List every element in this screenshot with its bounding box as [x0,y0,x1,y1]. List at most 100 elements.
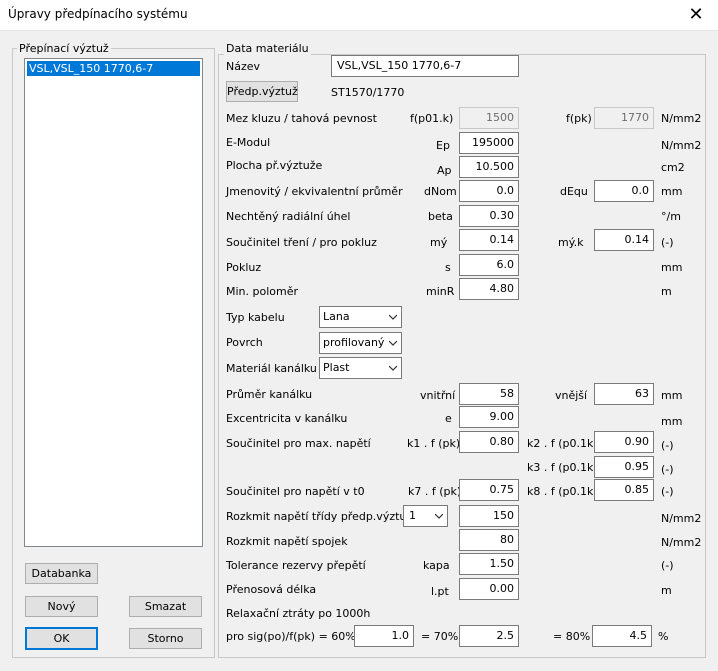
radius-input[interactable]: 4.80 [459,278,519,300]
radius-unit: m [661,285,672,298]
ok-button[interactable]: OK [25,627,98,650]
cable-type-label: Typ kabelu [226,311,285,324]
t0-unit: (-) [661,485,674,498]
relax-80-label: = 80% [553,630,591,643]
tendon-group-label: Přepínací výztuž [17,42,111,55]
relaxation-title: Relaxační ztráty po 1000h [226,607,371,620]
tendon-list[interactable]: VSL,VSL_150 1770,6-7 [24,58,203,547]
name-label: Název [226,60,261,73]
radius-symbol: minR [426,285,455,298]
surface-value: profilovaný [323,336,385,349]
stress-range-label: Rozkmit napětí třídy předp.výztuže [226,510,419,523]
diameter-unit: mm [661,185,683,198]
eccentricity-input[interactable]: 9.00 [459,406,519,428]
inner-input[interactable]: 58 [459,383,519,405]
coupler-range-input[interactable]: 80 [459,529,519,551]
predp-button[interactable]: Předp.výztuž [226,81,298,102]
new-button[interactable]: Nový [25,596,98,617]
friction-unit: (-) [661,236,674,249]
chevron-down-icon [389,365,397,371]
yield-unit: N/mm2 [661,112,702,125]
kapa-input[interactable]: 1.50 [459,553,519,575]
name-input[interactable]: VSL,VSL_150 1770,6-7 [331,55,519,77]
close-icon[interactable]: ✕ [674,0,718,30]
chevron-down-icon [435,513,443,519]
yield-input: 1500 [459,107,519,129]
slip-unit: mm [661,261,683,274]
lpt-input[interactable]: 0.00 [459,578,519,600]
transfer-length-label: Přenosová délka [226,583,317,596]
outer-symbol: vnější [555,389,588,402]
kapa-symbol: kapa [423,559,450,572]
dnom-symbol: dNom [424,185,457,198]
stress-class-select[interactable]: 1 [403,505,448,527]
duct-diameter-label: Průměr kanálku [226,388,313,401]
surface-select[interactable]: profilovaný [319,332,402,354]
area-input[interactable]: 10.500 [459,156,519,178]
duct-material-label: Materiál kanálku [226,362,317,375]
eccentricity-symbol: e [445,412,452,425]
yield-symbol: f(p01.k) [410,112,454,125]
relax-70-input[interactable]: 2.5 [459,625,519,647]
k7-input[interactable]: 0.75 [459,479,519,501]
mu-input[interactable]: 0.14 [459,229,519,251]
coupler-range-label: Rozkmit napětí spojek [226,535,348,548]
emodul-label: E-Modul [226,136,271,149]
k2-input[interactable]: 0.90 [594,431,654,453]
list-item[interactable]: VSL,VSL_150 1770,6-7 [27,61,200,76]
stress-range-unit: N/mm2 [661,512,702,525]
k3-symbol: k3 . f (p0.1k) [527,461,598,474]
tolerance-unit: (-) [661,559,674,572]
duct-unit: mm [661,389,683,402]
yield-label: Mez kluzu / tahová pevnost [226,112,377,125]
delete-button[interactable]: Smazat [129,596,202,617]
window-title: Úpravy předpínacího systému [8,7,188,21]
k2-symbol: k2 . f (p0.1k) [527,437,598,450]
stress-range-input[interactable]: 150 [459,505,519,527]
lpt-symbol: l.pt [431,585,449,598]
slip-label: Pokluz [226,261,262,274]
eccentricity-label: Excentricita v kanálku [226,412,348,425]
radius-label: Min. poloměr [226,285,299,298]
k3-input[interactable]: 0.95 [594,456,654,478]
outer-input[interactable]: 63 [594,383,654,405]
dnom-input[interactable]: 0.0 [459,180,519,202]
area-unit: cm2 [661,161,685,174]
duct-material-select[interactable]: Plast [319,357,402,379]
slip-symbol: s [445,261,451,274]
relax-70-label: = 70% [421,630,459,643]
muk-input[interactable]: 0.14 [594,229,654,251]
t0-stress-label: Součinitel pro napětí v t0 [226,485,365,498]
dequ-symbol: dEqu [560,185,588,198]
inner-symbol: vnitřní [420,389,456,402]
strength-input: 1770 [594,107,654,129]
duct-material-value: Plast [323,361,350,374]
angle-unit: °/m [661,210,681,223]
predp-value: ST1570/1770 [331,86,405,99]
eccentricity-unit: mm [661,415,683,428]
k1-symbol: k1 . f (pk) [407,437,461,450]
surface-label: Povrch [226,336,263,349]
databanka-button[interactable]: Databanka [25,563,98,584]
mu-symbol: mý [430,236,448,249]
friction-label: Součinitel tření / pro pokluz [226,236,377,249]
strength-symbol: f(pk) [566,112,592,125]
dequ-input[interactable]: 0.0 [594,180,654,202]
material-group-label: Data materiálu [224,42,311,55]
diameter-label: Jmenovitý / ekvivalentní průměr [226,185,403,198]
slip-input[interactable]: 6.0 [459,254,519,276]
k8-input[interactable]: 0.85 [594,479,654,501]
emodul-input[interactable]: 195000 [459,132,519,154]
k8-symbol: k8 . f (p0.1k) [527,485,598,498]
cable-type-select[interactable]: Lana [319,306,402,328]
k3-unit: (-) [661,463,674,476]
relax-80-input[interactable]: 4.5 [592,625,652,647]
k1-input[interactable]: 0.80 [459,431,519,453]
cancel-button[interactable]: Storno [129,628,202,649]
relax-60-input[interactable]: 1.0 [354,625,414,647]
max-stress-label: Součinitel pro max. napětí [226,437,371,450]
relax-60-label: pro sig(po)/f(pk) = 60% [226,630,356,643]
k7-symbol: k7 . f (pk) [408,485,462,498]
beta-input[interactable]: 0.30 [459,205,519,227]
transfer-length-unit: m [661,584,672,597]
